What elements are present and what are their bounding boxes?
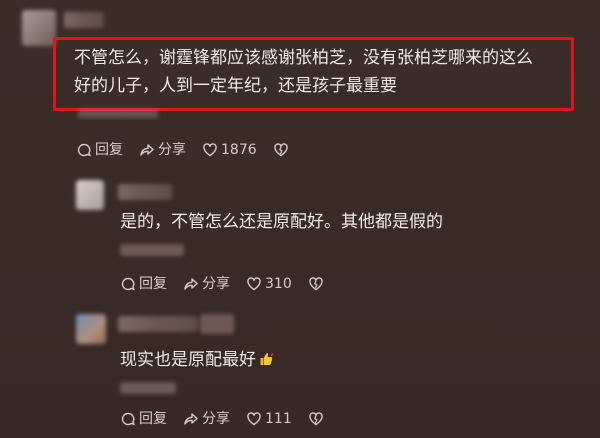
dislike-button[interactable] <box>308 276 327 292</box>
dislike-heart-icon <box>309 412 323 426</box>
reply-button[interactable]: 回复 <box>76 142 123 158</box>
comment-actions: 回复 分享 1876 <box>76 142 308 158</box>
comment-line: 好的儿子，人到一定年纪，还是孩子最重要 <box>74 76 397 96</box>
username-blurred[interactable] <box>118 316 198 332</box>
username-blurred[interactable] <box>64 12 104 28</box>
comment-text-content: 现实也是原配最好 <box>120 350 256 370</box>
share-button[interactable]: 分享 <box>183 411 230 427</box>
comment-meta-blurred <box>78 109 158 118</box>
heart-icon <box>247 412 261 426</box>
like-button[interactable]: 111 <box>246 411 292 427</box>
comment-text: 是的，不管怎么还是原配好。其他都是假的 <box>120 212 443 232</box>
like-count: 111 <box>265 411 292 427</box>
heart-icon <box>247 277 261 291</box>
dislike-heart-icon <box>273 143 288 157</box>
like-count: 1876 <box>221 142 257 158</box>
reply-label: 回复 <box>95 142 123 158</box>
reply-icon <box>77 143 91 157</box>
comment-actions: 回复 分享 111 <box>120 411 343 427</box>
share-label: 分享 <box>202 411 230 427</box>
comment-text: 现实也是原配最好 <box>120 346 274 374</box>
share-label: 分享 <box>158 142 186 158</box>
dislike-heart-icon <box>309 277 323 291</box>
like-button[interactable]: 1876 <box>202 142 257 158</box>
share-button[interactable]: 分享 <box>139 142 186 158</box>
avatar[interactable] <box>76 314 106 344</box>
comment-actions: 回复 分享 310 <box>120 276 343 292</box>
comment-meta-blurred <box>120 382 176 394</box>
reply-label: 回复 <box>139 276 167 292</box>
username-blurred[interactable] <box>118 184 172 200</box>
like-button[interactable]: 310 <box>246 276 292 292</box>
reply-button[interactable]: 回复 <box>120 276 167 292</box>
comment-meta-blurred <box>120 244 184 256</box>
share-icon <box>184 278 198 290</box>
avatar[interactable] <box>76 180 104 210</box>
comment-feed: 不管怎么，谢霆锋都应该感谢张柏芝，没有张柏芝哪来的这么 好的儿子，人到一定年纪，… <box>0 0 600 438</box>
dislike-button[interactable] <box>273 142 292 158</box>
reply-button[interactable]: 回复 <box>120 411 167 427</box>
heart-icon <box>203 143 217 157</box>
reply-icon <box>121 277 135 291</box>
thumbs-up-icon <box>258 348 274 365</box>
dislike-button[interactable] <box>308 411 327 427</box>
reply-icon <box>121 412 135 426</box>
share-icon <box>140 144 154 156</box>
like-count: 310 <box>265 276 292 292</box>
username-blurred <box>200 314 234 334</box>
comment-line: 不管怎么，谢霆锋都应该感谢张柏芝，没有张柏芝哪来的这么 <box>74 48 533 68</box>
share-icon <box>184 413 198 425</box>
comment-text: 不管怎么，谢霆锋都应该感谢张柏芝，没有张柏芝哪来的这么 好的儿子，人到一定年纪，… <box>74 44 533 100</box>
reply-label: 回复 <box>139 411 167 427</box>
avatar[interactable] <box>22 10 56 46</box>
share-button[interactable]: 分享 <box>183 276 230 292</box>
share-label: 分享 <box>202 276 230 292</box>
